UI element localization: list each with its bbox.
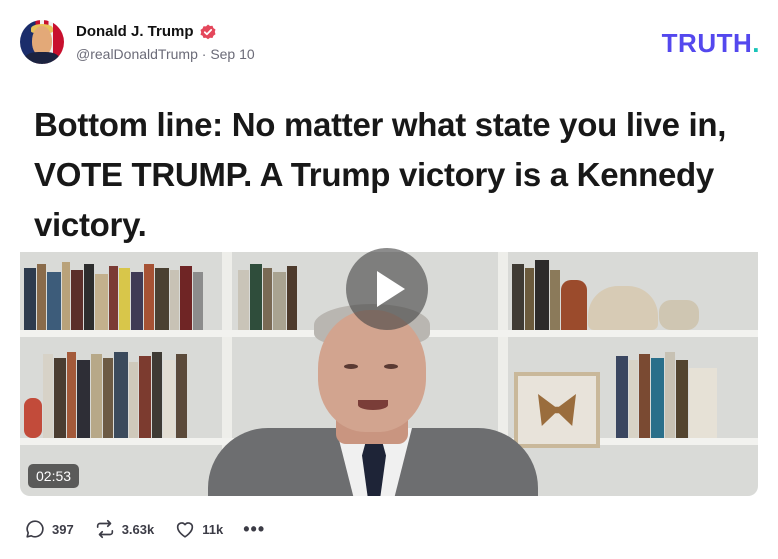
play-icon bbox=[377, 271, 405, 307]
logo-text: TRUTH bbox=[661, 28, 753, 58]
retruth-count: 3.63k bbox=[121, 521, 155, 537]
retruth-button[interactable]: 3.63k bbox=[94, 518, 155, 540]
books-top-right bbox=[512, 258, 699, 330]
avatar[interactable] bbox=[20, 20, 64, 64]
author-handle[interactable]: @realDonaldTrump bbox=[76, 46, 198, 62]
books-bottom-right bbox=[616, 348, 717, 438]
retruth-icon bbox=[96, 519, 113, 539]
post-actions: 397 3.63k 11k ••• bbox=[24, 516, 265, 542]
books-bottom-left bbox=[24, 344, 187, 438]
play-button[interactable] bbox=[346, 248, 428, 330]
speaker-eye bbox=[344, 364, 358, 369]
logo-dot: . bbox=[752, 28, 760, 58]
video-caption: Bottom line: No matter what state you li… bbox=[34, 106, 727, 243]
author-meta: @realDonaldTrump · Sep 10 bbox=[76, 46, 255, 62]
video-duration: 02:53 bbox=[28, 464, 80, 488]
books-top-left bbox=[24, 260, 203, 330]
reply-count: 397 bbox=[52, 521, 74, 537]
author-display-name[interactable]: Donald J. Trump bbox=[76, 23, 194, 40]
speaker-head bbox=[318, 310, 426, 432]
speaker-eye bbox=[384, 364, 398, 369]
post-date[interactable]: Sep 10 bbox=[210, 46, 254, 62]
like-count: 11k bbox=[202, 521, 224, 537]
more-options-button[interactable]: ••• bbox=[243, 519, 265, 540]
post-header: Donald J. Trump @realDonaldTrump · Sep 1… bbox=[20, 20, 760, 64]
comment-icon bbox=[26, 520, 44, 538]
speaker-mouth bbox=[358, 400, 388, 410]
video-player[interactable]: Bottom line: No matter what state you li… bbox=[20, 84, 758, 496]
butterfly bbox=[538, 394, 576, 426]
video-caption-area: Bottom line: No matter what state you li… bbox=[20, 84, 758, 252]
author-name-line: Donald J. Trump bbox=[76, 23, 216, 40]
like-button[interactable]: 11k bbox=[174, 518, 223, 540]
avatar-suit bbox=[24, 52, 60, 64]
truth-social-logo[interactable]: TRUTH. bbox=[662, 28, 760, 59]
verified-icon bbox=[200, 24, 216, 40]
reply-button[interactable]: 397 bbox=[24, 518, 74, 540]
meta-separator: · bbox=[201, 46, 207, 62]
heart-icon bbox=[177, 522, 194, 538]
